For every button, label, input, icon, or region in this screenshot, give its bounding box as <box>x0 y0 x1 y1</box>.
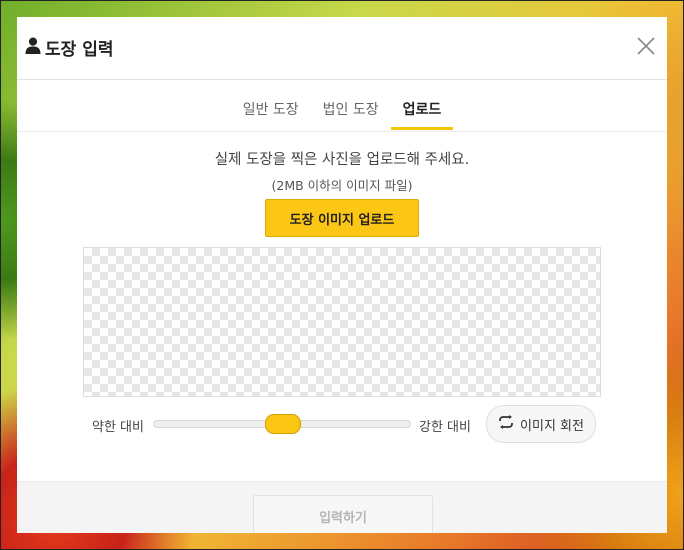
dialog-title: 도장 입력 <box>25 35 113 60</box>
rotate-icon <box>498 415 514 433</box>
contrast-slider[interactable] <box>153 414 411 434</box>
strong-contrast-label: 강한 대비 <box>419 420 471 435</box>
upload-stamp-image-button[interactable]: 도장 이미지 업로드 <box>265 199 419 237</box>
rotate-image-label: 이미지 회전 <box>520 418 584 434</box>
tab-upload[interactable]: 업로드 <box>390 97 454 130</box>
dialog-header: 도장 입력 <box>17 17 667 80</box>
tab-corporate-stamp[interactable]: 법인 도장 <box>311 97 391 129</box>
close-icon[interactable] <box>635 35 657 57</box>
contrast-slider-thumb[interactable] <box>265 414 301 434</box>
submit-button[interactable]: 입력하기 <box>253 495 433 533</box>
person-icon <box>25 37 41 59</box>
stamp-input-dialog: 도장 입력 일반 도장 법인 도장 업로드 실제 도장을 찍은 사진을 업로드해… <box>17 17 667 533</box>
dialog-title-text: 도장 입력 <box>45 40 114 60</box>
tab-general-stamp[interactable]: 일반 도장 <box>231 97 311 129</box>
weak-contrast-label: 약한 대비 <box>92 420 144 435</box>
contrast-control: 약한 대비 강한 대비 이미지 회전 <box>17 405 667 445</box>
upload-instruction: 실제 도장을 찍은 사진을 업로드해 주세요. <box>214 152 470 168</box>
dialog-footer: 입력하기 <box>17 481 667 533</box>
stamp-tabs: 일반 도장 법인 도장 업로드 <box>17 97 667 132</box>
upload-size-limit: (2MB 이하의 이미지 파일) <box>271 178 413 193</box>
rotate-image-button[interactable]: 이미지 회전 <box>486 405 596 443</box>
stamp-image-preview <box>83 247 601 397</box>
